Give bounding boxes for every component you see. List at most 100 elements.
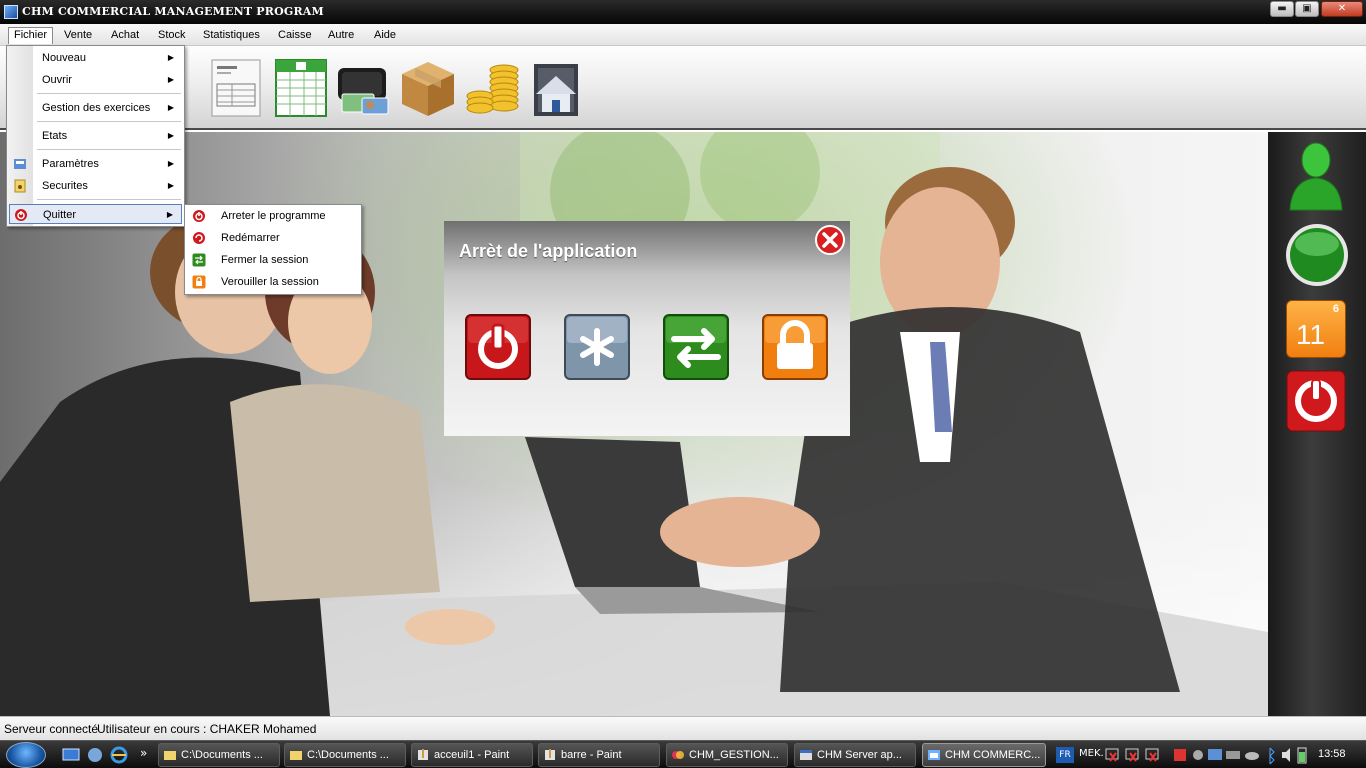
menu-item-redemarrer[interactable]: Redémarrer [187,228,359,248]
window-title: CHM COMMERCIAL MANAGEMENT PROGRAM [22,5,324,18]
show-desktop-icon[interactable] [62,746,80,764]
task-label: CHM Server ap... [817,749,902,761]
menu-item-arreter-programme[interactable]: Arreter le programme [187,206,359,226]
taskbar-item-paint-barre[interactable]: barre - Paint [538,743,660,767]
menu-caisse[interactable]: Caisse [273,27,317,44]
task-label: CHM_GESTION... [689,749,779,761]
submenu-arrow-icon: ▶ [167,181,174,190]
taskbar: » C:\Documents ... C:\Documents ... acce… [0,740,1366,768]
tray-label: MEK. [1079,748,1104,759]
start-button[interactable] [6,742,46,768]
menu-separator [37,199,181,200]
submenu-arrow-icon: ▶ [167,159,174,168]
paint-icon [545,749,555,760]
restart-button[interactable] [561,311,633,383]
logout-icon [192,253,206,267]
app-window-icon [928,750,940,760]
quick-launch-more[interactable]: » [140,746,147,760]
shutdown-dialog: Arrèt de l'application [444,221,850,436]
paint-icon [418,749,428,760]
connection-status-icon[interactable] [1284,222,1350,288]
menu-item-label: Verouiller la session [221,276,319,288]
menu-item-verouiller-session[interactable]: Verouiller la session [187,272,359,292]
power-off-icon[interactable] [1286,370,1346,432]
task-label: C:\Documents ... [307,749,389,761]
menu-item-label: Arreter le programme [221,210,326,222]
menu-item-nouveau[interactable]: Nouveau ▶ [9,48,182,68]
dialog-title: Arrèt de l'application [459,241,638,261]
close-button[interactable]: ✕ [1321,1,1363,17]
fichier-dropdown: Nouveau ▶ Ouvrir ▶ Gestion des exercices… [6,45,185,227]
menu-item-label: Nouveau [42,52,87,64]
menu-item-fermer-session[interactable]: Fermer la session [187,250,359,270]
menu-item-label: Quitter [43,209,77,221]
calendar-icon[interactable]: 6 11 [1286,300,1346,358]
task-label: CHM COMMERC... [945,749,1041,761]
right-side-panel: 6 11 [1268,132,1366,716]
status-bar: Serveur connecté Utilisateur en cours : … [0,716,1366,740]
title-bar: CHM COMMERCIAL MANAGEMENT PROGRAM ▬ ▣ ✕ [0,0,1366,24]
menu-item-label: Gestion des exercices [42,102,151,114]
submenu-arrow-icon: ▶ [167,103,174,112]
menu-item-label: Ouvrir [42,74,72,86]
maximize-button[interactable]: ▣ [1295,1,1319,17]
tray-system-icons[interactable] [1172,745,1312,765]
menu-item-quitter[interactable]: Quitter ▶ [9,204,182,224]
taskbar-item-documents-1[interactable]: C:\Documents ... [158,743,280,767]
menu-item-securites[interactable]: Securites ▶ [9,176,182,196]
taskbar-item-chm-server[interactable]: CHM Server ap... [794,743,916,767]
box-icon[interactable] [398,56,458,118]
menu-item-label: Securites [42,180,88,192]
spreadsheet-icon[interactable] [272,56,332,118]
submenu-arrow-icon: ▶ [167,131,174,140]
submenu-arrow-icon: ▶ [167,53,174,62]
taskbar-item-chm-gestion[interactable]: CHM_GESTION... [666,743,788,767]
menu-item-label: Fermer la session [221,254,309,266]
menu-separator [37,149,181,150]
stop-program-button[interactable] [462,311,534,383]
invoice-icon[interactable] [206,56,266,118]
user-icon[interactable] [1286,140,1346,212]
taskbar-item-paint-acceuil[interactable]: acceuil1 - Paint [411,743,533,767]
close-session-button[interactable] [660,311,732,383]
menu-achat[interactable]: Achat [106,27,144,44]
menu-item-gestion-exercices[interactable]: Gestion des exercices ▶ [9,98,182,118]
menu-separator [37,93,181,94]
task-label: barre - Paint [561,749,622,761]
menu-autre[interactable]: Autre [323,27,359,44]
current-user: Utilisateur en cours : CHAKER Mohamed [97,722,317,736]
home-icon[interactable] [528,56,588,118]
switch-windows-icon[interactable] [86,746,104,764]
language-indicator[interactable]: FR [1056,747,1074,763]
menu-stock[interactable]: Stock [153,27,191,44]
app-window-icon [672,751,684,759]
clock[interactable]: 13:58 [1318,748,1346,760]
menu-item-ouvrir[interactable]: Ouvrir ▶ [9,70,182,90]
submenu-arrow-icon: ▶ [167,75,174,84]
power-icon [193,210,205,222]
menu-statistiques[interactable]: Statistiques [198,27,265,44]
menu-item-label: Etats [42,130,68,142]
dialog-close-icon[interactable] [814,224,846,256]
settings-icon [14,159,26,169]
menu-fichier[interactable]: Fichier [8,27,54,44]
menu-item-parametres[interactable]: Paramètres ▶ [9,154,182,174]
taskbar-item-documents-2[interactable]: C:\Documents ... [284,743,406,767]
server-status: Serveur connecté [4,722,99,736]
app-window-icon [800,750,812,760]
task-label: acceuil1 - Paint [434,749,510,761]
submenu-arrow-icon: ▶ [166,210,173,219]
menu-item-etats[interactable]: Etats ▶ [9,126,182,146]
folder-icon [290,751,302,760]
internet-explorer-icon[interactable] [110,746,128,764]
menu-vente[interactable]: Vente [59,27,97,44]
coins-icon[interactable] [464,56,524,118]
taskbar-item-chm-commercial[interactable]: CHM COMMERC... [922,743,1046,767]
menu-aide[interactable]: Aide [369,27,401,44]
security-icon [14,179,26,193]
lock-session-button[interactable] [759,311,831,383]
minimize-button[interactable]: ▬ [1270,1,1294,17]
wallet-icon[interactable] [334,56,394,118]
menu-separator [37,121,181,122]
tray-network-icons[interactable] [1104,745,1164,765]
